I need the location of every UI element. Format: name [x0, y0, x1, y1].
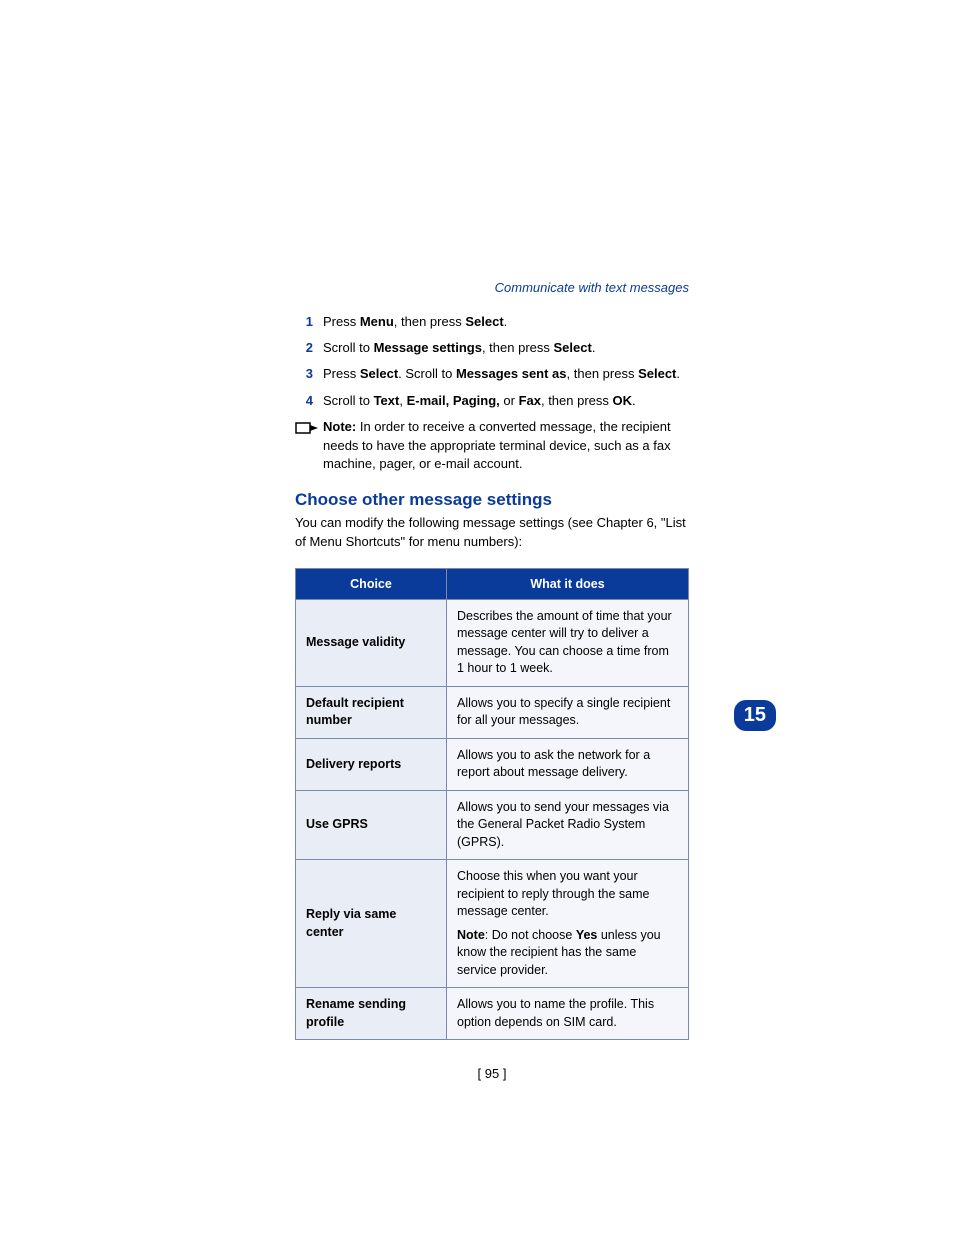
section-heading: Choose other message settings: [295, 490, 689, 510]
table-row: Message validityDescribes the amount of …: [296, 599, 689, 686]
choice-cell: Delivery reports: [296, 738, 447, 790]
desc-cell: Allows you to name the profile. This opt…: [447, 988, 689, 1040]
step-item: 2 Scroll to Message settings, then press …: [295, 339, 689, 357]
note-body: In order to receive a converted message,…: [323, 419, 671, 472]
step-number: 4: [295, 392, 313, 410]
choice-cell: Message validity: [296, 599, 447, 686]
step-item: 3 Press Select. Scroll to Messages sent a…: [295, 365, 689, 383]
table-header-choice: Choice: [296, 568, 447, 599]
step-item: 4 Scroll to Text, E-mail, Paging, or Fax,…: [295, 392, 689, 410]
desc-cell: Allows you to specify a single recipient…: [447, 686, 689, 738]
steps-list: 1 Press Menu, then press Select. 2 Scroll t…: [295, 313, 689, 410]
desc-cell: Choose this when you want your recipient…: [447, 860, 689, 988]
note-block: Note: In order to receive a converted me…: [295, 418, 689, 475]
chapter-tab: 15: [734, 700, 776, 731]
step-text: Scroll to Text, E-mail, Paging, or Fax, …: [323, 392, 636, 410]
settings-table: Choice What it does Message validityDesc…: [295, 568, 689, 1041]
step-number: 1: [295, 313, 313, 331]
table-header-desc: What it does: [447, 568, 689, 599]
choice-cell: Default recipient number: [296, 686, 447, 738]
choice-cell: Use GPRS: [296, 790, 447, 860]
desc-cell: Allows you to ask the network for a repo…: [447, 738, 689, 790]
desc-cell: Describes the amount of time that your m…: [447, 599, 689, 686]
running-header: Communicate with text messages: [295, 280, 689, 295]
table-row: Rename sending profileAllows you to name…: [296, 988, 689, 1040]
table-row: Reply via same centerChoose this when yo…: [296, 860, 689, 988]
choice-cell: Reply via same center: [296, 860, 447, 988]
page-number: [ 95 ]: [295, 1066, 689, 1081]
step-text: Scroll to Message settings, then press S…: [323, 339, 595, 357]
step-item: 1 Press Menu, then press Select.: [295, 313, 689, 331]
step-number: 3: [295, 365, 313, 383]
cell-note: Note: Do not choose Yes unless you know …: [457, 927, 678, 980]
note-text: Note: In order to receive a converted me…: [323, 418, 689, 475]
note-icon: [295, 418, 323, 475]
step-text: Press Select. Scroll to Messages sent as…: [323, 365, 680, 383]
table-row: Use GPRSAllows you to send your messages…: [296, 790, 689, 860]
table-row: Delivery reportsAllows you to ask the ne…: [296, 738, 689, 790]
note-label: Note:: [323, 419, 356, 434]
settings-table-body: Message validityDescribes the amount of …: [296, 599, 689, 1040]
table-row: Default recipient numberAllows you to sp…: [296, 686, 689, 738]
desc-cell: Allows you to send your messages via the…: [447, 790, 689, 860]
step-text: Press Menu, then press Select.: [323, 313, 507, 331]
step-number: 2: [295, 339, 313, 357]
intro-text: You can modify the following message set…: [295, 514, 689, 552]
choice-cell: Rename sending profile: [296, 988, 447, 1040]
